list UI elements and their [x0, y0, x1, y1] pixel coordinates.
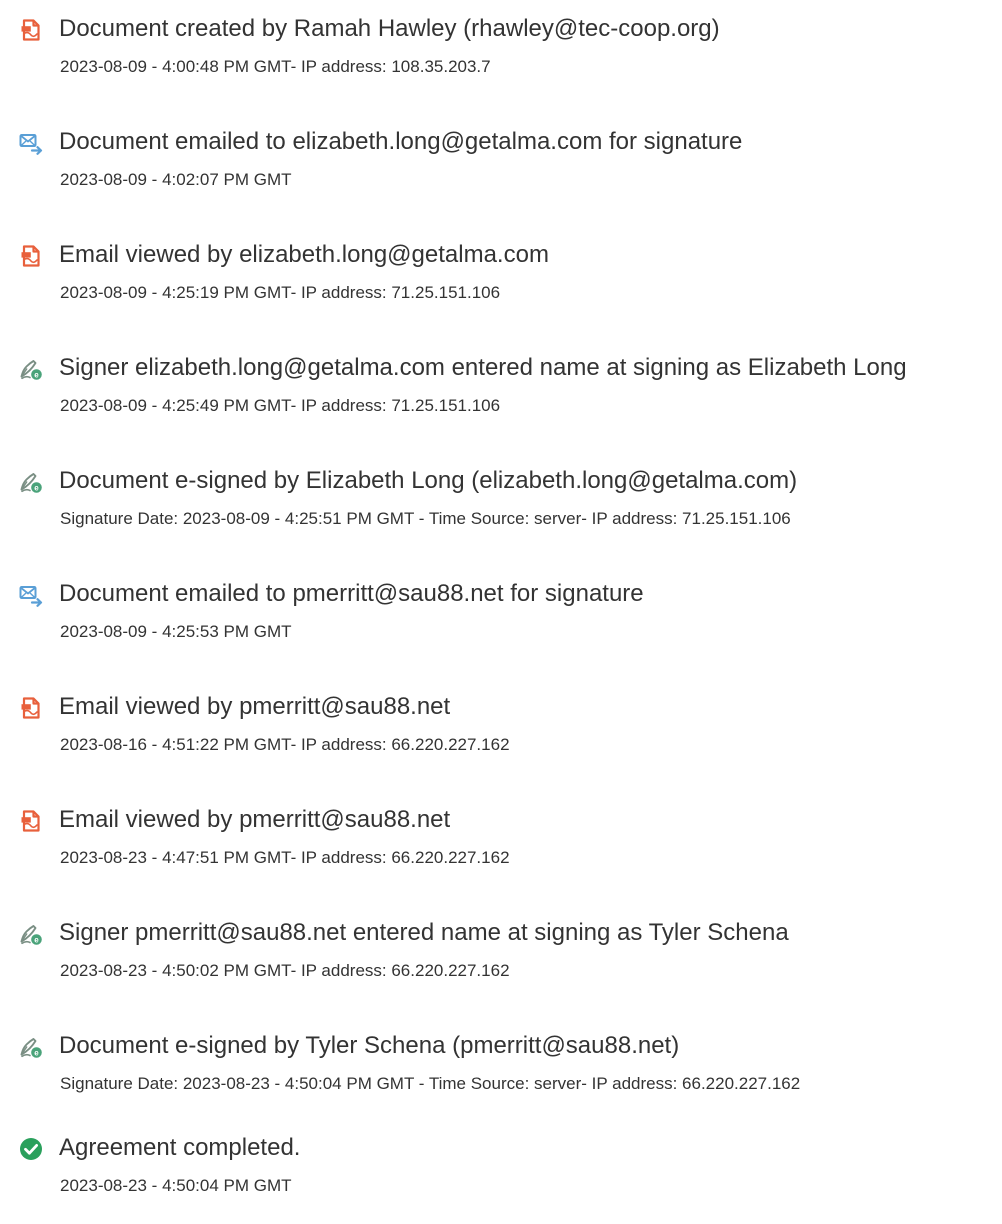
event-timestamp: 2023-08-16 - 4:51:22 PM GMT- IP address:…: [60, 735, 510, 754]
document-icon: [19, 696, 43, 720]
signature-icon: [19, 922, 43, 946]
document-icon: [19, 244, 43, 268]
signature-icon: [19, 357, 43, 381]
event-title: Document emailed to elizabeth.long@getal…: [59, 128, 743, 155]
audit-event: Document e-signed by Tyler Schena (pmerr…: [0, 1028, 1002, 1118]
audit-event: Email viewed by pmerritt@sau88.net 2023-…: [0, 802, 1002, 892]
document-icon: [19, 18, 43, 42]
event-title: Agreement completed.: [59, 1134, 301, 1161]
event-timestamp: Signature Date: 2023-08-09 - 4:25:51 PM …: [60, 509, 791, 528]
audit-event: Signer elizabeth.long@getalma.com entere…: [0, 350, 1002, 440]
check-circle-icon: [19, 1137, 43, 1161]
event-timestamp: 2023-08-23 - 4:50:02 PM GMT- IP address:…: [60, 961, 510, 980]
audit-event: Document emailed to pmerritt@sau88.net f…: [0, 576, 1002, 666]
event-title: Document emailed to pmerritt@sau88.net f…: [59, 580, 644, 607]
event-title: Document e-signed by Elizabeth Long (eli…: [59, 467, 798, 494]
audit-event: Document emailed to elizabeth.long@getal…: [0, 124, 1002, 214]
event-timestamp: Signature Date: 2023-08-23 - 4:50:04 PM …: [60, 1074, 801, 1093]
event-title: Document e-signed by Tyler Schena (pmerr…: [59, 1032, 680, 1059]
event-title: Email viewed by elizabeth.long@getalma.c…: [59, 241, 549, 268]
email-icon: [19, 583, 43, 607]
event-timestamp: 2023-08-09 - 4:02:07 PM GMT: [60, 170, 292, 189]
audit-event: Agreement completed. 2023-08-23 - 4:50:0…: [0, 1130, 1002, 1220]
event-timestamp: 2023-08-09 - 4:25:49 PM GMT- IP address:…: [60, 396, 501, 415]
event-title: Email viewed by pmerritt@sau88.net: [59, 806, 451, 833]
signature-icon: [19, 470, 43, 494]
email-icon: [19, 131, 43, 155]
audit-event: Document created by Ramah Hawley (rhawle…: [0, 11, 1002, 101]
event-timestamp: 2023-08-23 - 4:50:04 PM GMT: [60, 1176, 292, 1195]
event-title: Email viewed by pmerritt@sau88.net: [59, 693, 451, 720]
audit-event-list: Document created by Ramah Hawley (rhawle…: [0, 0, 1002, 1224]
document-icon: [19, 809, 43, 833]
event-timestamp: 2023-08-09 - 4:00:48 PM GMT- IP address:…: [60, 57, 491, 76]
event-title: Signer pmerritt@sau88.net entered name a…: [59, 919, 789, 946]
signature-icon: [19, 1035, 43, 1059]
audit-event: Email viewed by pmerritt@sau88.net 2023-…: [0, 689, 1002, 779]
audit-event: Email viewed by elizabeth.long@getalma.c…: [0, 237, 1002, 327]
event-title: Document created by Ramah Hawley (rhawle…: [59, 15, 720, 42]
audit-event: Signer pmerritt@sau88.net entered name a…: [0, 915, 1002, 1005]
event-timestamp: 2023-08-09 - 4:25:53 PM GMT: [60, 622, 292, 641]
event-title: Signer elizabeth.long@getalma.com entere…: [59, 354, 907, 381]
audit-event: Document e-signed by Elizabeth Long (eli…: [0, 463, 1002, 553]
event-timestamp: 2023-08-09 - 4:25:19 PM GMT- IP address:…: [60, 283, 501, 302]
event-timestamp: 2023-08-23 - 4:47:51 PM GMT- IP address:…: [60, 848, 510, 867]
